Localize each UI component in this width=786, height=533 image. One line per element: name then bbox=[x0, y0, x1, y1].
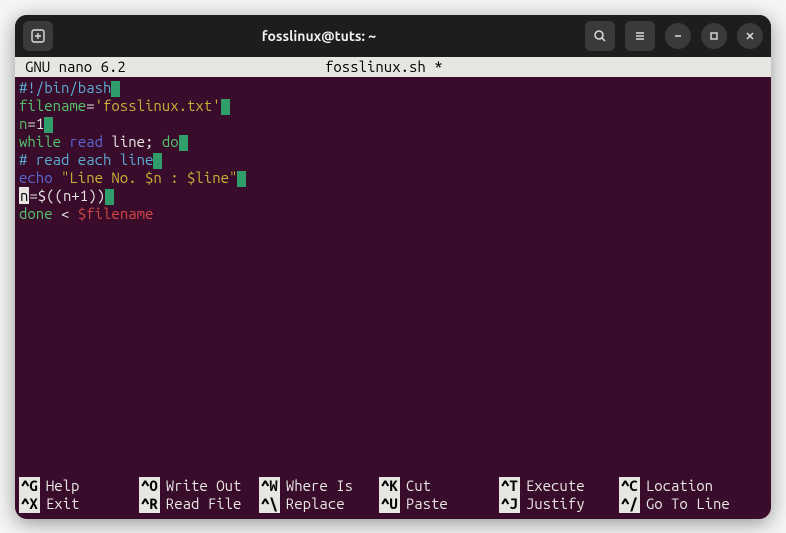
trailing-space-marker bbox=[237, 171, 246, 187]
code-keyword: done bbox=[19, 205, 53, 222]
code-cmd: read bbox=[69, 133, 103, 150]
shortcut-help[interactable]: ^G Help bbox=[19, 477, 139, 495]
code-string: "Line No. $n : $line" bbox=[53, 169, 238, 186]
nano-header: GNU nano 6.2 fosslinux.sh * bbox=[15, 57, 771, 77]
shortcut-exit[interactable]: ^X Exit bbox=[19, 495, 139, 513]
key-label: ^J bbox=[499, 495, 520, 513]
code-eq: = bbox=[27, 115, 35, 132]
window-title: fosslinux@tuts: ~ bbox=[61, 28, 577, 44]
code-eq: = bbox=[86, 97, 94, 114]
code-text: < bbox=[53, 205, 78, 222]
key-label: ^U bbox=[379, 495, 400, 513]
titlebar: fosslinux@tuts: ~ bbox=[15, 15, 771, 57]
key-label: ^K bbox=[379, 477, 400, 495]
trailing-space-marker bbox=[221, 99, 230, 115]
code-var: filename bbox=[19, 97, 86, 114]
shortcut-label: Go To Line bbox=[646, 495, 730, 513]
key-label: ^C bbox=[619, 477, 640, 495]
footer-row-1: ^G Help ^O Write Out ^W Where Is ^K Cut ^T Ex… bbox=[19, 477, 767, 495]
shortcut-replace[interactable]: ^\ Replace bbox=[259, 495, 379, 513]
shortcut-label: Location bbox=[646, 477, 713, 495]
trailing-space-marker bbox=[153, 153, 162, 169]
key-label: ^W bbox=[259, 477, 280, 495]
shortcut-execute[interactable]: ^T Execute bbox=[499, 477, 619, 495]
shortcut-label: Write Out bbox=[166, 477, 242, 495]
trailing-space-marker bbox=[179, 135, 188, 151]
code-cmd: echo bbox=[19, 169, 53, 186]
shortcut-label: Help bbox=[46, 477, 80, 495]
new-tab-button[interactable] bbox=[23, 21, 53, 51]
shortcut-paste[interactable]: ^U Paste bbox=[379, 495, 499, 513]
maximize-button[interactable] bbox=[701, 23, 727, 49]
trailing-space-marker bbox=[105, 189, 114, 205]
trailing-space-marker bbox=[44, 117, 53, 133]
titlebar-right bbox=[585, 21, 763, 51]
key-label: ^O bbox=[139, 477, 160, 495]
menu-button[interactable] bbox=[625, 21, 655, 51]
nano-footer: ^G Help ^O Write Out ^W Where Is ^K Cut ^T Ex… bbox=[15, 475, 771, 519]
close-button[interactable] bbox=[737, 23, 763, 49]
shortcut-label: Exit bbox=[46, 495, 80, 513]
shortcut-label: Where Is bbox=[286, 477, 353, 495]
nano-app-name: GNU nano 6.2 bbox=[25, 57, 325, 77]
shortcut-writeout[interactable]: ^O Write Out bbox=[139, 477, 259, 495]
minimize-button[interactable] bbox=[665, 23, 691, 49]
code-comment: # read each line bbox=[19, 151, 153, 168]
shortcut-location[interactable]: ^C Location bbox=[619, 477, 739, 495]
shortcut-label: Cut bbox=[406, 477, 431, 495]
key-label: ^G bbox=[19, 477, 40, 495]
shortcut-label: Justify bbox=[526, 495, 585, 513]
shortcut-cut[interactable]: ^K Cut bbox=[379, 477, 499, 495]
shortcut-whereis[interactable]: ^W Where Is bbox=[259, 477, 379, 495]
code-text: line; bbox=[103, 133, 162, 150]
terminal-window: fosslinux@tuts: ~ GNU nano 6.2 fosslinux… bbox=[15, 15, 771, 519]
key-label: ^T bbox=[499, 477, 520, 495]
footer-row-2: ^X Exit ^R Read File ^\ Replace ^U Paste ^J J… bbox=[19, 495, 767, 513]
shortcut-label: Paste bbox=[406, 495, 448, 513]
code-var-ref: $filename bbox=[78, 205, 154, 222]
key-label: ^X bbox=[19, 495, 40, 513]
code-num: 1 bbox=[36, 115, 44, 132]
shortcut-label: Read File bbox=[166, 495, 242, 513]
key-label: ^/ bbox=[619, 495, 640, 513]
shortcut-justify[interactable]: ^J Justify bbox=[499, 495, 619, 513]
nano-filename: fosslinux.sh * bbox=[325, 57, 771, 77]
key-label: ^\ bbox=[259, 495, 280, 513]
editor-area[interactable]: #!/bin/bash filename='fosslinux.txt' n=1… bbox=[15, 77, 771, 475]
code-keyword: while bbox=[19, 133, 61, 150]
shortcut-gotoline[interactable]: ^/ Go To Line bbox=[619, 495, 739, 513]
code-shebang: #!/bin/bash bbox=[19, 79, 111, 96]
shortcut-readfile[interactable]: ^R Read File bbox=[139, 495, 259, 513]
trailing-space-marker bbox=[111, 81, 120, 97]
code-keyword: do bbox=[162, 133, 179, 150]
search-button[interactable] bbox=[585, 21, 615, 51]
cursor: n bbox=[19, 187, 29, 204]
shortcut-label: Execute bbox=[526, 477, 585, 495]
shortcut-label: Replace bbox=[286, 495, 345, 513]
key-label: ^R bbox=[139, 495, 160, 513]
code-string: 'fosslinux.txt' bbox=[95, 97, 221, 114]
code-expr: =$((n+1)) bbox=[29, 187, 105, 204]
